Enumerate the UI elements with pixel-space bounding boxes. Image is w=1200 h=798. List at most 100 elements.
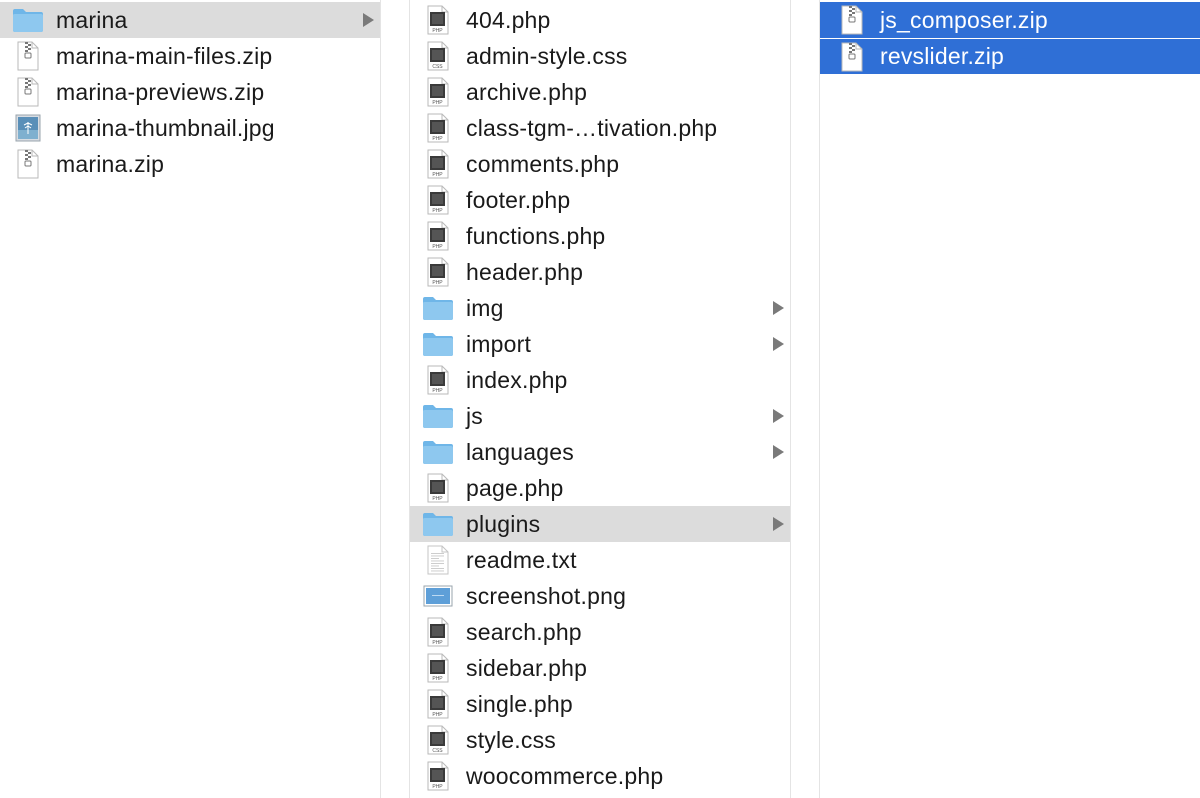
php-file-icon: PHP bbox=[422, 653, 454, 683]
image-thumbnail-icon bbox=[12, 113, 44, 143]
file-item-import[interactable]: import bbox=[410, 326, 790, 362]
file-name: marina-previews.zip bbox=[56, 78, 265, 105]
file-item-marina[interactable]: marina bbox=[0, 2, 380, 38]
column-1-gutter bbox=[380, 0, 410, 798]
css-file-icon: CSS bbox=[422, 41, 454, 71]
file-name: js_composer.zip bbox=[880, 6, 1048, 33]
chevron-right-icon bbox=[773, 409, 784, 423]
svg-text:CSS: CSS bbox=[432, 748, 443, 754]
file-name: languages bbox=[466, 438, 574, 465]
file-item-comments-php[interactable]: PHP comments.php bbox=[410, 146, 790, 182]
file-name: woocommerce.php bbox=[466, 762, 664, 789]
file-name: marina-main-files.zip bbox=[56, 42, 273, 69]
zip-archive-icon bbox=[12, 149, 44, 179]
php-file-icon: PHP bbox=[422, 149, 454, 179]
file-item-functions-php[interactable]: PHP functions.php bbox=[410, 218, 790, 254]
file-item-plugins[interactable]: plugins bbox=[410, 506, 790, 542]
svg-text:PHP: PHP bbox=[432, 280, 443, 286]
file-name: search.php bbox=[466, 618, 582, 645]
file-item-marina-main-files-zip[interactable]: marina-main-files.zip bbox=[0, 38, 380, 74]
zip-archive-icon bbox=[12, 41, 44, 71]
file-item-marina-zip[interactable]: marina.zip bbox=[0, 146, 380, 182]
file-item-class-tgm-tivation-php[interactable]: PHP class-tgm-…tivation.php bbox=[410, 110, 790, 146]
file-item-js[interactable]: js bbox=[410, 398, 790, 434]
column-divider-2[interactable] bbox=[790, 0, 791, 798]
svg-text:PHP: PHP bbox=[432, 496, 443, 502]
file-item-header-php[interactable]: PHP header.php bbox=[410, 254, 790, 290]
file-item-footer-php[interactable]: PHP footer.php bbox=[410, 182, 790, 218]
file-name: page.php bbox=[466, 474, 564, 501]
file-item-js-composer-zip[interactable]: js_composer.zip bbox=[820, 2, 1200, 38]
svg-text:PHP: PHP bbox=[432, 388, 443, 394]
column-2-gutter bbox=[790, 0, 820, 798]
file-name: marina bbox=[56, 6, 128, 33]
file-item-screenshot-png[interactable]: screenshot.png bbox=[410, 578, 790, 614]
file-item-page-php[interactable]: PHP page.php bbox=[410, 470, 790, 506]
php-file-icon: PHP bbox=[422, 77, 454, 107]
file-name: revslider.zip bbox=[880, 43, 1005, 69]
column-1[interactable]: marina marina-main-files.zip marina-previe… bbox=[0, 0, 380, 798]
file-name: marina.zip bbox=[56, 150, 165, 177]
file-name: img bbox=[466, 294, 504, 321]
file-name: import bbox=[466, 330, 532, 357]
text-file-icon bbox=[422, 545, 454, 575]
php-file-icon: PHP bbox=[422, 221, 454, 251]
zip-archive-icon bbox=[12, 77, 44, 107]
column-2[interactable]: PHP 404.php CSS admin-style.css PHP archive.p… bbox=[410, 0, 790, 798]
file-name: style.css bbox=[466, 726, 556, 753]
chevron-right-icon bbox=[773, 517, 784, 531]
svg-text:PHP: PHP bbox=[432, 172, 443, 178]
svg-text:PHP: PHP bbox=[432, 640, 443, 646]
column-1-rows: marina marina-main-files.zip marina-previe… bbox=[0, 2, 380, 182]
php-file-icon: PHP bbox=[422, 257, 454, 287]
file-name: footer.php bbox=[466, 186, 571, 213]
svg-text:PHP: PHP bbox=[432, 100, 443, 106]
file-name: screenshot.png bbox=[466, 582, 627, 609]
folder-icon bbox=[422, 329, 454, 359]
folder-icon bbox=[422, 401, 454, 431]
file-item-archive-php[interactable]: PHP archive.php bbox=[410, 74, 790, 110]
svg-text:PHP: PHP bbox=[432, 712, 443, 718]
file-item-readme-txt[interactable]: readme.txt bbox=[410, 542, 790, 578]
file-item-marina-thumbnail-jpg[interactable]: marina-thumbnail.jpg bbox=[0, 110, 380, 146]
svg-text:PHP: PHP bbox=[432, 676, 443, 682]
file-item-languages[interactable]: languages bbox=[410, 434, 790, 470]
column-divider-1[interactable] bbox=[380, 0, 381, 798]
svg-text:PHP: PHP bbox=[432, 208, 443, 214]
php-file-icon: PHP bbox=[422, 365, 454, 395]
php-file-icon: PHP bbox=[422, 185, 454, 215]
file-name: plugins bbox=[466, 510, 541, 537]
file-item-index-php[interactable]: PHP index.php bbox=[410, 362, 790, 398]
column-3[interactable]: js_composer.zip revslider.zip bbox=[820, 0, 1200, 798]
php-file-icon: PHP bbox=[422, 617, 454, 647]
folder-icon bbox=[422, 293, 454, 323]
file-item-sidebar-php[interactable]: PHP sidebar.php bbox=[410, 650, 790, 686]
file-item-revslider-zip[interactable]: revslider.zip bbox=[820, 38, 1200, 74]
file-name: header.php bbox=[466, 258, 584, 285]
file-item-search-php[interactable]: PHP search.php bbox=[410, 614, 790, 650]
file-name: comments.php bbox=[466, 150, 620, 177]
file-item-single-php[interactable]: PHP single.php bbox=[410, 686, 790, 722]
file-name: index.php bbox=[466, 366, 568, 393]
chevron-right-icon bbox=[773, 337, 784, 351]
file-item-style-css[interactable]: CSS style.css bbox=[410, 722, 790, 758]
file-name: archive.php bbox=[466, 78, 588, 105]
column-3-rows: js_composer.zip revslider.zip bbox=[820, 2, 1200, 74]
chevron-right-icon bbox=[773, 301, 784, 315]
file-item-woocommerce-php[interactable]: PHP woocommerce.php bbox=[410, 758, 790, 794]
file-name: sidebar.php bbox=[466, 654, 588, 681]
folder-icon bbox=[422, 509, 454, 539]
finder-column-browser: marina marina-main-files.zip marina-previe… bbox=[0, 0, 1200, 798]
file-item-404-php[interactable]: PHP 404.php bbox=[410, 2, 790, 38]
folder-icon bbox=[12, 5, 44, 35]
svg-text:PHP: PHP bbox=[432, 136, 443, 142]
php-file-icon: PHP bbox=[422, 761, 454, 791]
file-item-admin-style-css[interactable]: CSS admin-style.css bbox=[410, 38, 790, 74]
file-name: class-tgm-…tivation.php bbox=[466, 114, 718, 141]
file-item-marina-previews-zip[interactable]: marina-previews.zip bbox=[0, 74, 380, 110]
css-file-icon: CSS bbox=[422, 725, 454, 755]
file-item-img[interactable]: img bbox=[410, 290, 790, 326]
column-2-rows: PHP 404.php CSS admin-style.css PHP archive.p… bbox=[410, 2, 790, 794]
file-name: functions.php bbox=[466, 222, 606, 249]
file-name: js bbox=[466, 402, 484, 429]
